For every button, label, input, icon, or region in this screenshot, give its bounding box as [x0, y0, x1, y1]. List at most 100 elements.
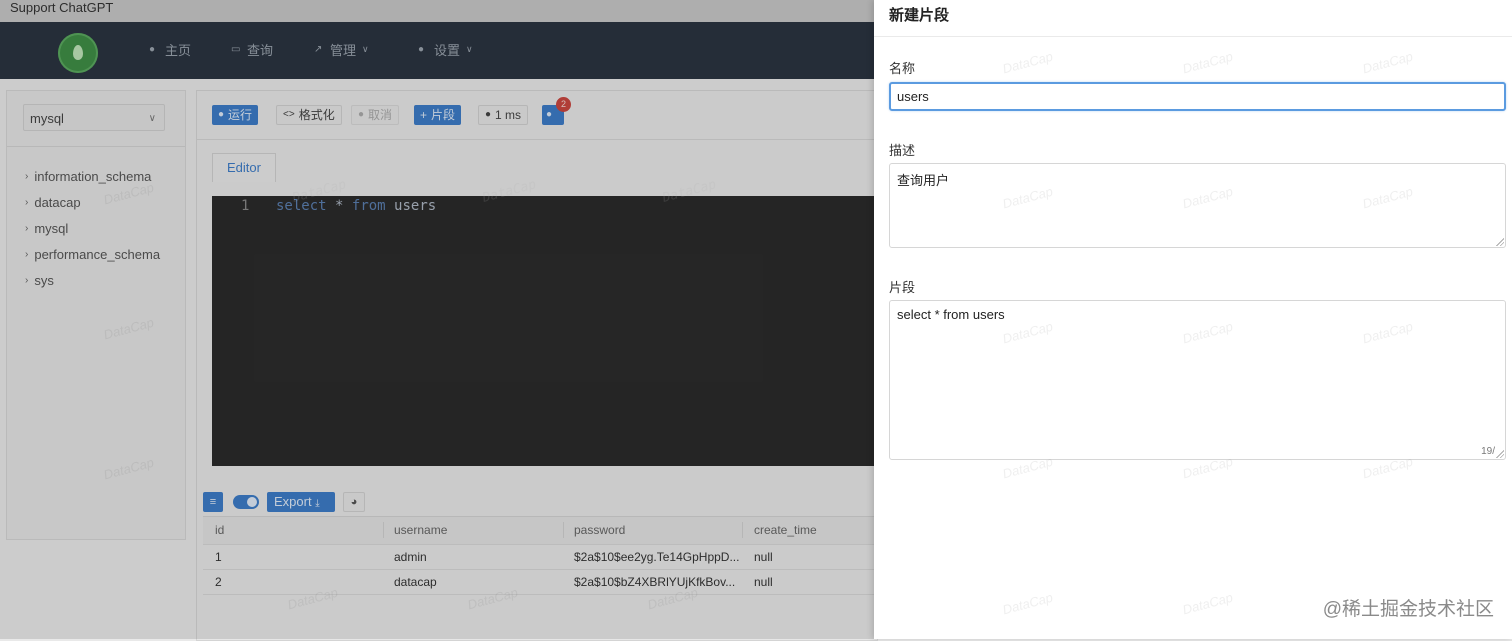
nav-manage-label: 管理 — [330, 43, 357, 58]
query-panel: ● 运行 <> 格式化 ● 取消 + 片段 ● 1 ms ● 2 Editor … — [196, 90, 878, 641]
column-header[interactable]: password — [574, 517, 625, 544]
resize-handle-icon[interactable] — [1496, 238, 1504, 246]
snippet-label: 片段 — [431, 108, 456, 122]
results-view-button[interactable]: ≡ — [203, 492, 223, 512]
table-cell: $2a$10$bZ4XBRlYUjKfkBov... — [574, 575, 736, 589]
tree-item-performance-schema[interactable]: › performance_schema — [25, 247, 160, 262]
chevron-right-icon: › — [25, 275, 29, 286]
chart-button[interactable]: ◕ — [343, 492, 365, 512]
clock-icon: ● — [485, 109, 492, 120]
tree-item-information-schema[interactable]: › information_schema — [25, 169, 151, 184]
tree-item-label: datacap — [34, 195, 81, 210]
column-divider[interactable] — [742, 522, 743, 538]
table-row[interactable]: 2 datacap $2a$10$bZ4XBRlYUjKfkBov... nul… — [203, 570, 877, 595]
datasource-select[interactable]: mysql ∨ — [23, 104, 165, 131]
watermark: DataCap — [1000, 48, 1055, 77]
source-watermark: @稀土掘金技术社区 — [1322, 599, 1494, 620]
code-keyword: select — [276, 198, 327, 214]
nav-home[interactable]: ● 主页 — [149, 40, 191, 59]
home-icon: ● — [149, 43, 156, 55]
code-keyword: from — [351, 198, 386, 214]
watermark: DataCap — [1180, 589, 1235, 618]
run-label: 运行 — [228, 108, 253, 122]
chevron-right-icon: › — [25, 223, 29, 234]
results-table: id username password create_time 1 admin… — [203, 516, 877, 595]
nav-settings[interactable]: ● 设置 ∨ — [418, 40, 473, 59]
cancel-button[interactable]: ● 取消 — [351, 105, 400, 125]
snippet-textarea[interactable]: select * from users 19/ — [889, 300, 1506, 460]
tree-item-sys[interactable]: › sys — [25, 273, 54, 288]
table-cell: 2 — [215, 575, 222, 589]
chevron-right-icon: › — [25, 197, 29, 208]
export-label: Export — [274, 494, 312, 509]
watermark: DataCap — [1360, 48, 1415, 77]
code-line: select * from users — [276, 198, 436, 214]
elapsed-time: ● 1 ms — [478, 105, 529, 125]
column-divider[interactable] — [383, 522, 384, 538]
column-header[interactable]: username — [394, 517, 447, 544]
line-number: 1 — [241, 198, 250, 214]
nav-query[interactable]: ▭ 查询 — [231, 40, 273, 59]
window-title: Support ChatGPT — [10, 0, 114, 15]
sql-editor[interactable]: 1 select * from users DataCap DataCap Da… — [212, 177, 877, 466]
snippet-value: select * from users — [897, 307, 1005, 322]
description-textarea[interactable]: 查询用户 — [889, 163, 1506, 248]
table-cell: $2a$10$ee2yg.Te14GpHppD... — [574, 550, 740, 564]
plus-icon: + — [420, 108, 428, 122]
code-icon: <> — [283, 109, 295, 120]
tree-item-mysql[interactable]: › mysql — [25, 221, 68, 236]
nav-manage[interactable]: ↗ 管理 ∨ — [314, 40, 369, 59]
results-toggle[interactable] — [233, 495, 259, 509]
tree-item-label: information_schema — [34, 169, 152, 184]
tree-item-label: mysql — [34, 221, 69, 236]
format-label: 格式化 — [298, 108, 335, 122]
stop-icon: ● — [358, 109, 365, 120]
column-divider[interactable] — [563, 522, 564, 538]
chevron-down-icon: ∨ — [466, 44, 473, 54]
export-button[interactable]: Export ⤓ — [267, 492, 335, 512]
watermark: DataCap — [101, 314, 156, 343]
table-cell: 1 — [215, 550, 222, 564]
list-icon: ≡ — [209, 496, 217, 508]
tree-item-label: performance_schema — [34, 247, 161, 262]
table-cell: datacap — [394, 575, 437, 589]
toolbar-divider — [197, 139, 877, 140]
nav-settings-label: 设置 — [434, 43, 461, 58]
nav-home-label: 主页 — [165, 43, 192, 58]
table-cell: admin — [394, 550, 427, 564]
app-logo[interactable] — [58, 33, 98, 73]
new-snippet-drawer: 新建片段 名称 users 描述 查询用户 片段 select * from u… — [874, 0, 1512, 639]
nav-query-label: 查询 — [247, 43, 274, 58]
description-label: 描述 — [889, 143, 916, 158]
sidebar-divider — [7, 146, 185, 147]
column-header[interactable]: create_time — [754, 517, 817, 544]
char-counter: 19/ — [1481, 446, 1495, 457]
table-row[interactable]: 1 admin $2a$10$ee2yg.Te14GpHppD... null — [203, 545, 877, 570]
snippet-button[interactable]: + 片段 — [414, 105, 462, 125]
history-icon: ● — [546, 109, 553, 120]
resize-handle-icon[interactable] — [1496, 450, 1504, 458]
run-button[interactable]: ● 运行 — [212, 105, 259, 125]
datasource-value: mysql — [30, 111, 64, 126]
manage-icon: ↗ — [314, 43, 323, 55]
column-header[interactable]: id — [215, 517, 224, 544]
watermark: DataCap — [660, 177, 718, 206]
query-icon: ▭ — [231, 43, 241, 55]
name-input-value: users — [897, 89, 929, 104]
watermark: DataCap — [1000, 589, 1055, 618]
tab-editor[interactable]: Editor — [212, 153, 276, 182]
description-value: 查询用户 — [897, 173, 950, 188]
elapsed-label: 1 ms — [495, 108, 522, 122]
pie-chart-icon: ◕ — [350, 496, 358, 508]
drawer-title: 新建片段 — [889, 7, 950, 24]
chevron-right-icon: › — [25, 249, 29, 260]
name-input[interactable]: users — [889, 82, 1506, 111]
chevron-down-icon: ∨ — [362, 44, 369, 54]
chevron-right-icon: › — [25, 171, 29, 182]
tree-item-datacap[interactable]: › datacap — [25, 195, 81, 210]
format-button[interactable]: <> 格式化 — [276, 105, 342, 125]
table-cell: null — [754, 575, 773, 589]
code-identifier: users — [394, 198, 437, 214]
settings-icon: ● — [418, 43, 425, 55]
download-icon: ⤓ — [315, 498, 320, 509]
